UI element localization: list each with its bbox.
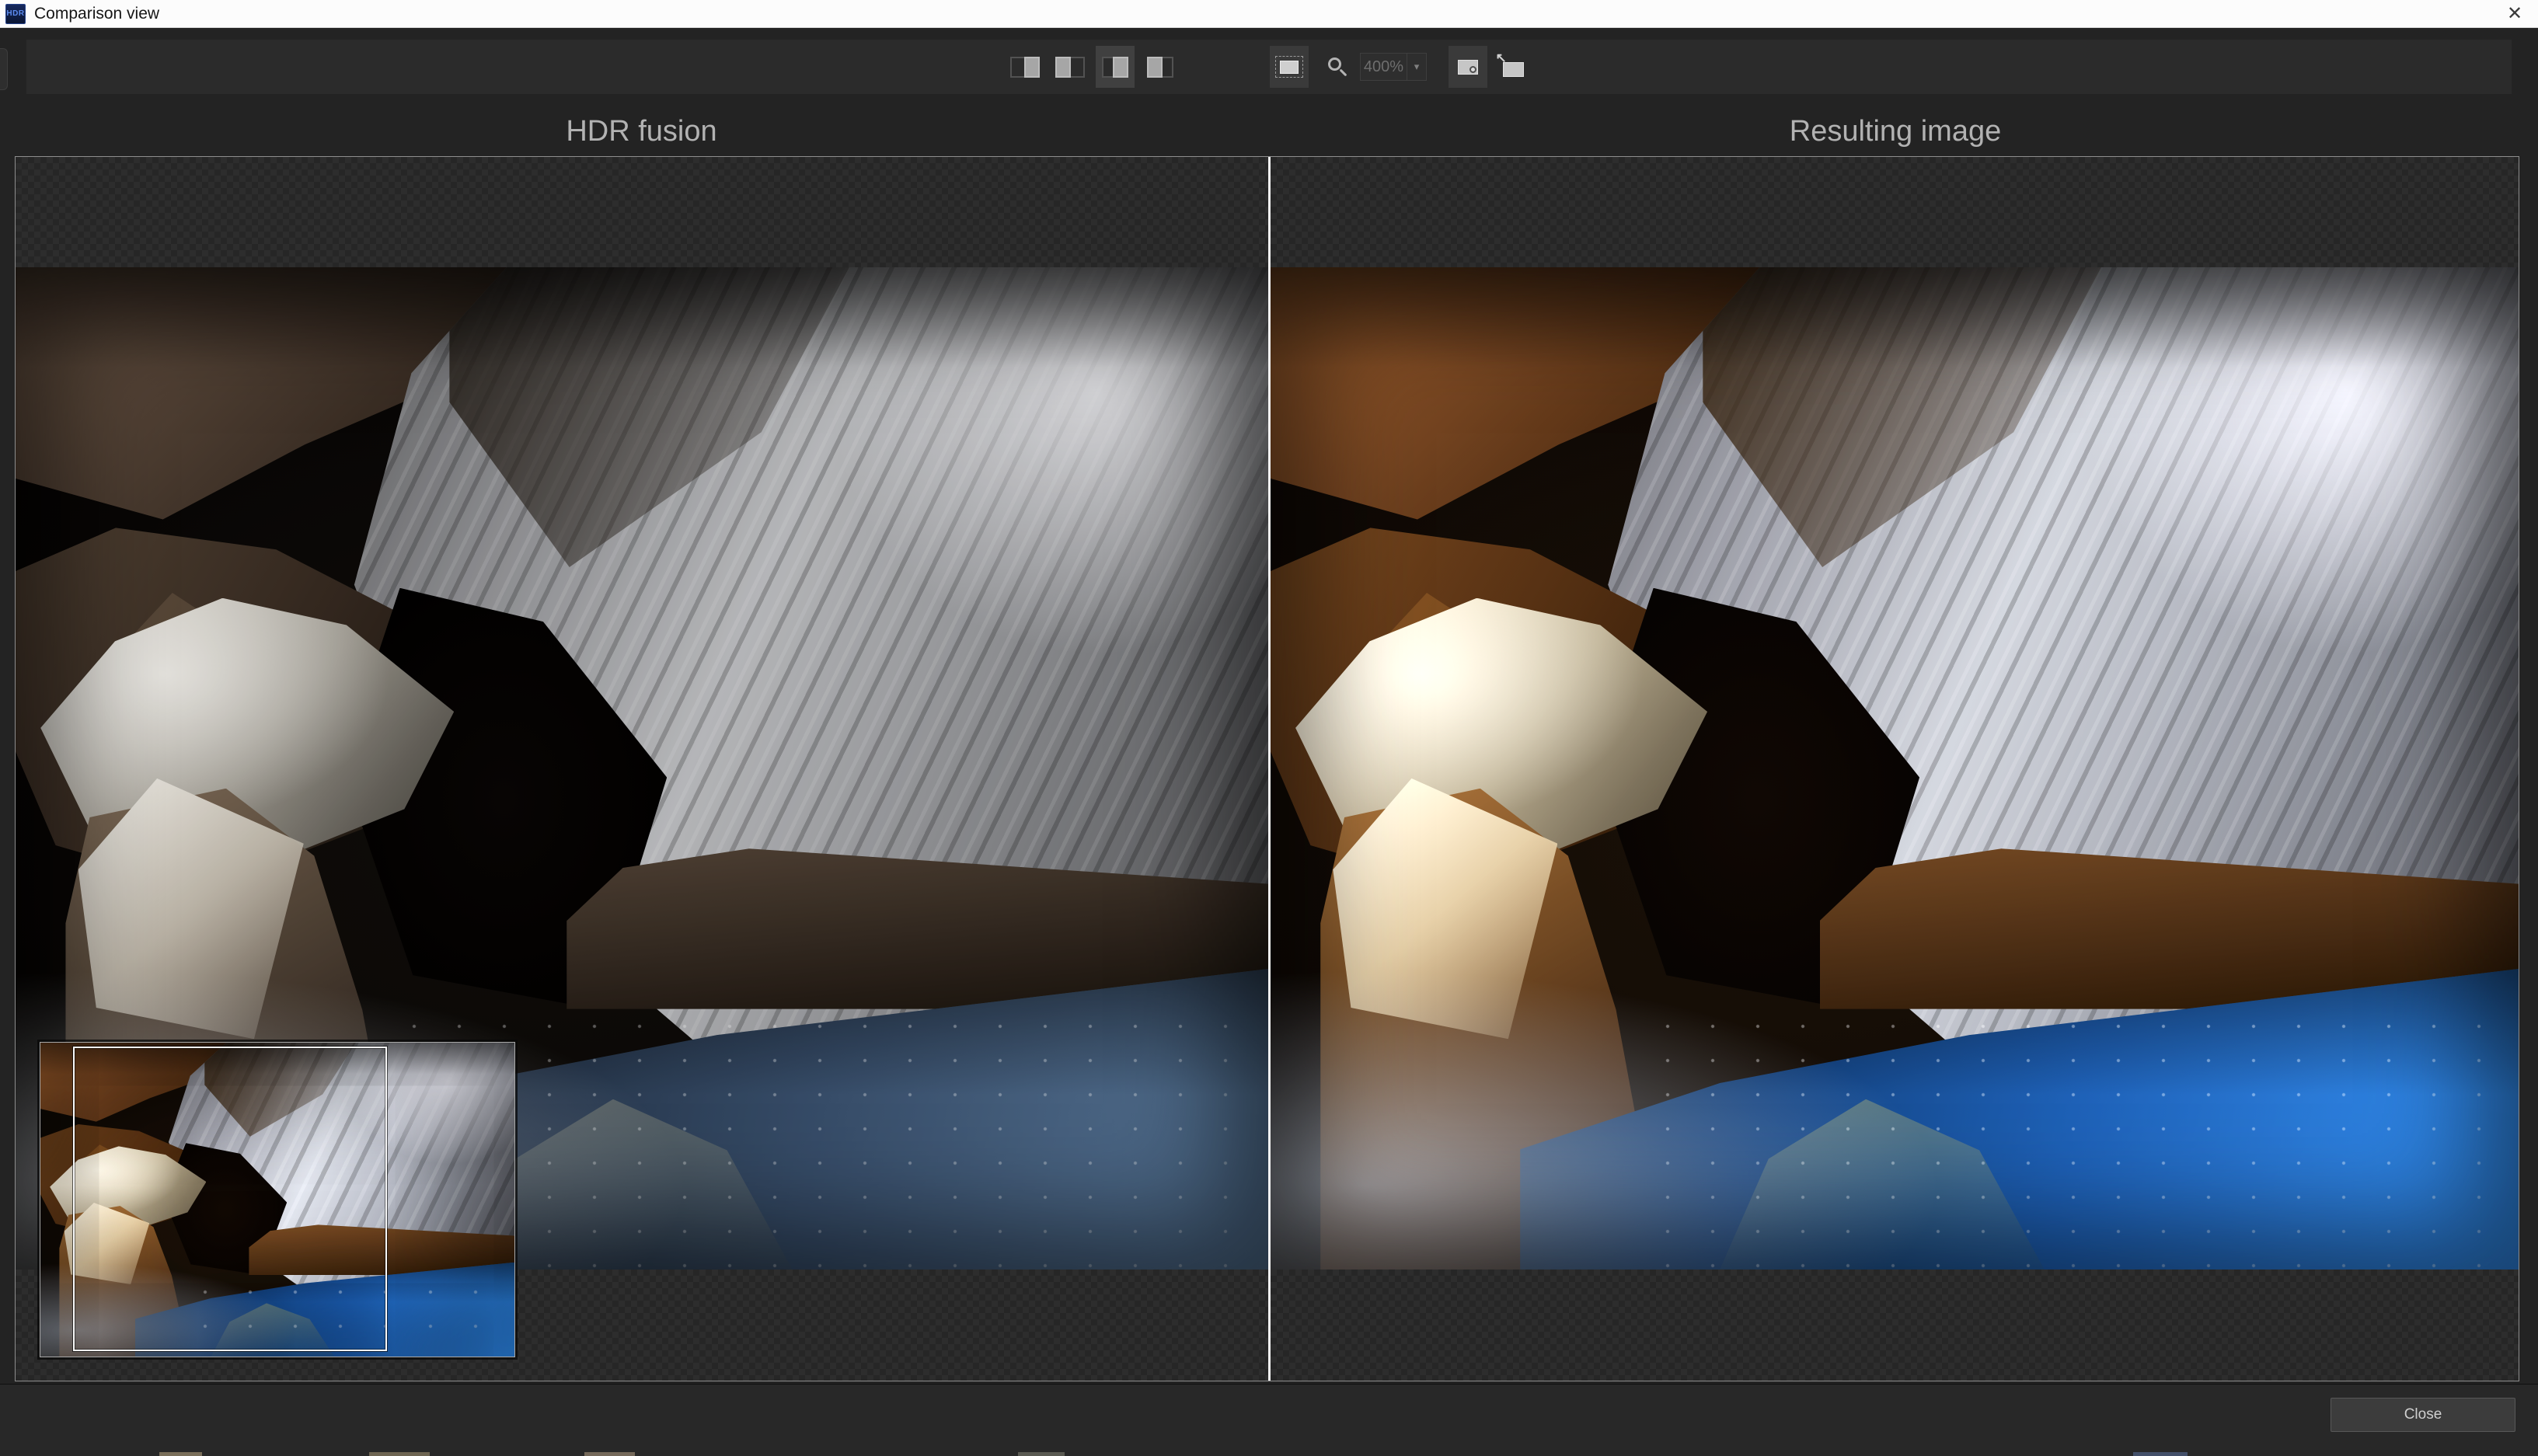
navigator-view-rect[interactable]	[73, 1047, 387, 1351]
toolbar-separator	[1186, 67, 1264, 68]
navigator-toggle-button[interactable]	[1270, 46, 1309, 88]
vignette-overlay	[1271, 267, 2519, 1270]
resulting-image-pane[interactable]	[1271, 157, 2519, 1381]
navigator-icon-fill	[1280, 61, 1299, 74]
zoom-level-value: 400%	[1361, 54, 1407, 80]
toolbar: 400% ▾ ↖	[26, 40, 2512, 94]
left-edge-handle[interactable]	[0, 48, 8, 90]
fit-view-button[interactable]	[1449, 46, 1487, 88]
icon-rect-light	[1113, 57, 1128, 78]
right-pane-title: Resulting image	[1271, 115, 2519, 148]
navigator-thumbnail[interactable]	[40, 1042, 515, 1357]
footer-bar: Close	[0, 1384, 2538, 1456]
navigator-icon	[1275, 56, 1303, 78]
side-by-side-swapped-icon	[1147, 57, 1173, 78]
magnifier-icon	[1328, 57, 1344, 73]
icon-rect-light	[1147, 57, 1163, 78]
icon-rect-light	[1055, 57, 1071, 78]
fit-view-icon-dot	[1469, 66, 1476, 73]
actual-size-button[interactable]: ↖	[1494, 46, 1532, 88]
filmstrip-sliver	[2133, 1452, 2188, 1456]
view-mode-split-right-button[interactable]	[1006, 46, 1044, 88]
close-button[interactable]: Close	[2331, 1398, 2515, 1432]
view-mode-split-left-button[interactable]	[1051, 46, 1089, 88]
filmstrip-sliver	[369, 1452, 430, 1456]
window-title: Comparison view	[34, 5, 159, 23]
toolbar-separator-small	[1433, 67, 1442, 68]
icon-rect-dark	[1069, 57, 1085, 78]
hdr-app-icon: HDR	[5, 4, 26, 24]
titlebar: HDR Comparison view ✕	[0, 0, 2538, 28]
filmstrip-sliver	[1018, 1452, 1065, 1456]
icon-rect-light	[1024, 57, 1040, 78]
arrow-up-left-icon: ↖	[1496, 51, 1507, 66]
magnifier-handle	[1340, 69, 1347, 77]
cave-photo-scene	[1271, 267, 2519, 1270]
split-view-left-icon	[1055, 57, 1085, 78]
magnifier-lens	[1328, 57, 1341, 71]
panel-divider	[1268, 157, 1271, 1381]
view-mode-side-by-side-button[interactable]	[1096, 46, 1135, 88]
zoom-level-select[interactable]: 400% ▾	[1360, 53, 1427, 81]
split-view-right-icon	[1010, 57, 1040, 78]
filmstrip-sliver	[159, 1452, 202, 1456]
resulting-image[interactable]	[1271, 267, 2519, 1270]
comparison-view-window: { "window": { "title": "Comparison view"…	[0, 0, 2538, 1456]
zoom-tool-button[interactable]	[1315, 46, 1354, 88]
hdr-fusion-pane[interactable]	[16, 157, 1268, 1381]
comparison-panels	[15, 156, 2519, 1381]
fit-view-icon	[1458, 60, 1478, 75]
view-mode-side-by-side-swapped-button[interactable]	[1141, 46, 1180, 88]
icon-rect-dark	[1010, 57, 1026, 78]
window-close-button[interactable]: ✕	[2491, 0, 2538, 27]
left-pane-title: HDR fusion	[15, 115, 1268, 148]
actual-size-icon: ↖	[1503, 62, 1524, 77]
chevron-down-icon[interactable]: ▾	[1407, 54, 1426, 80]
filmstrip-sliver	[584, 1452, 635, 1456]
side-by-side-icon	[1102, 57, 1128, 78]
